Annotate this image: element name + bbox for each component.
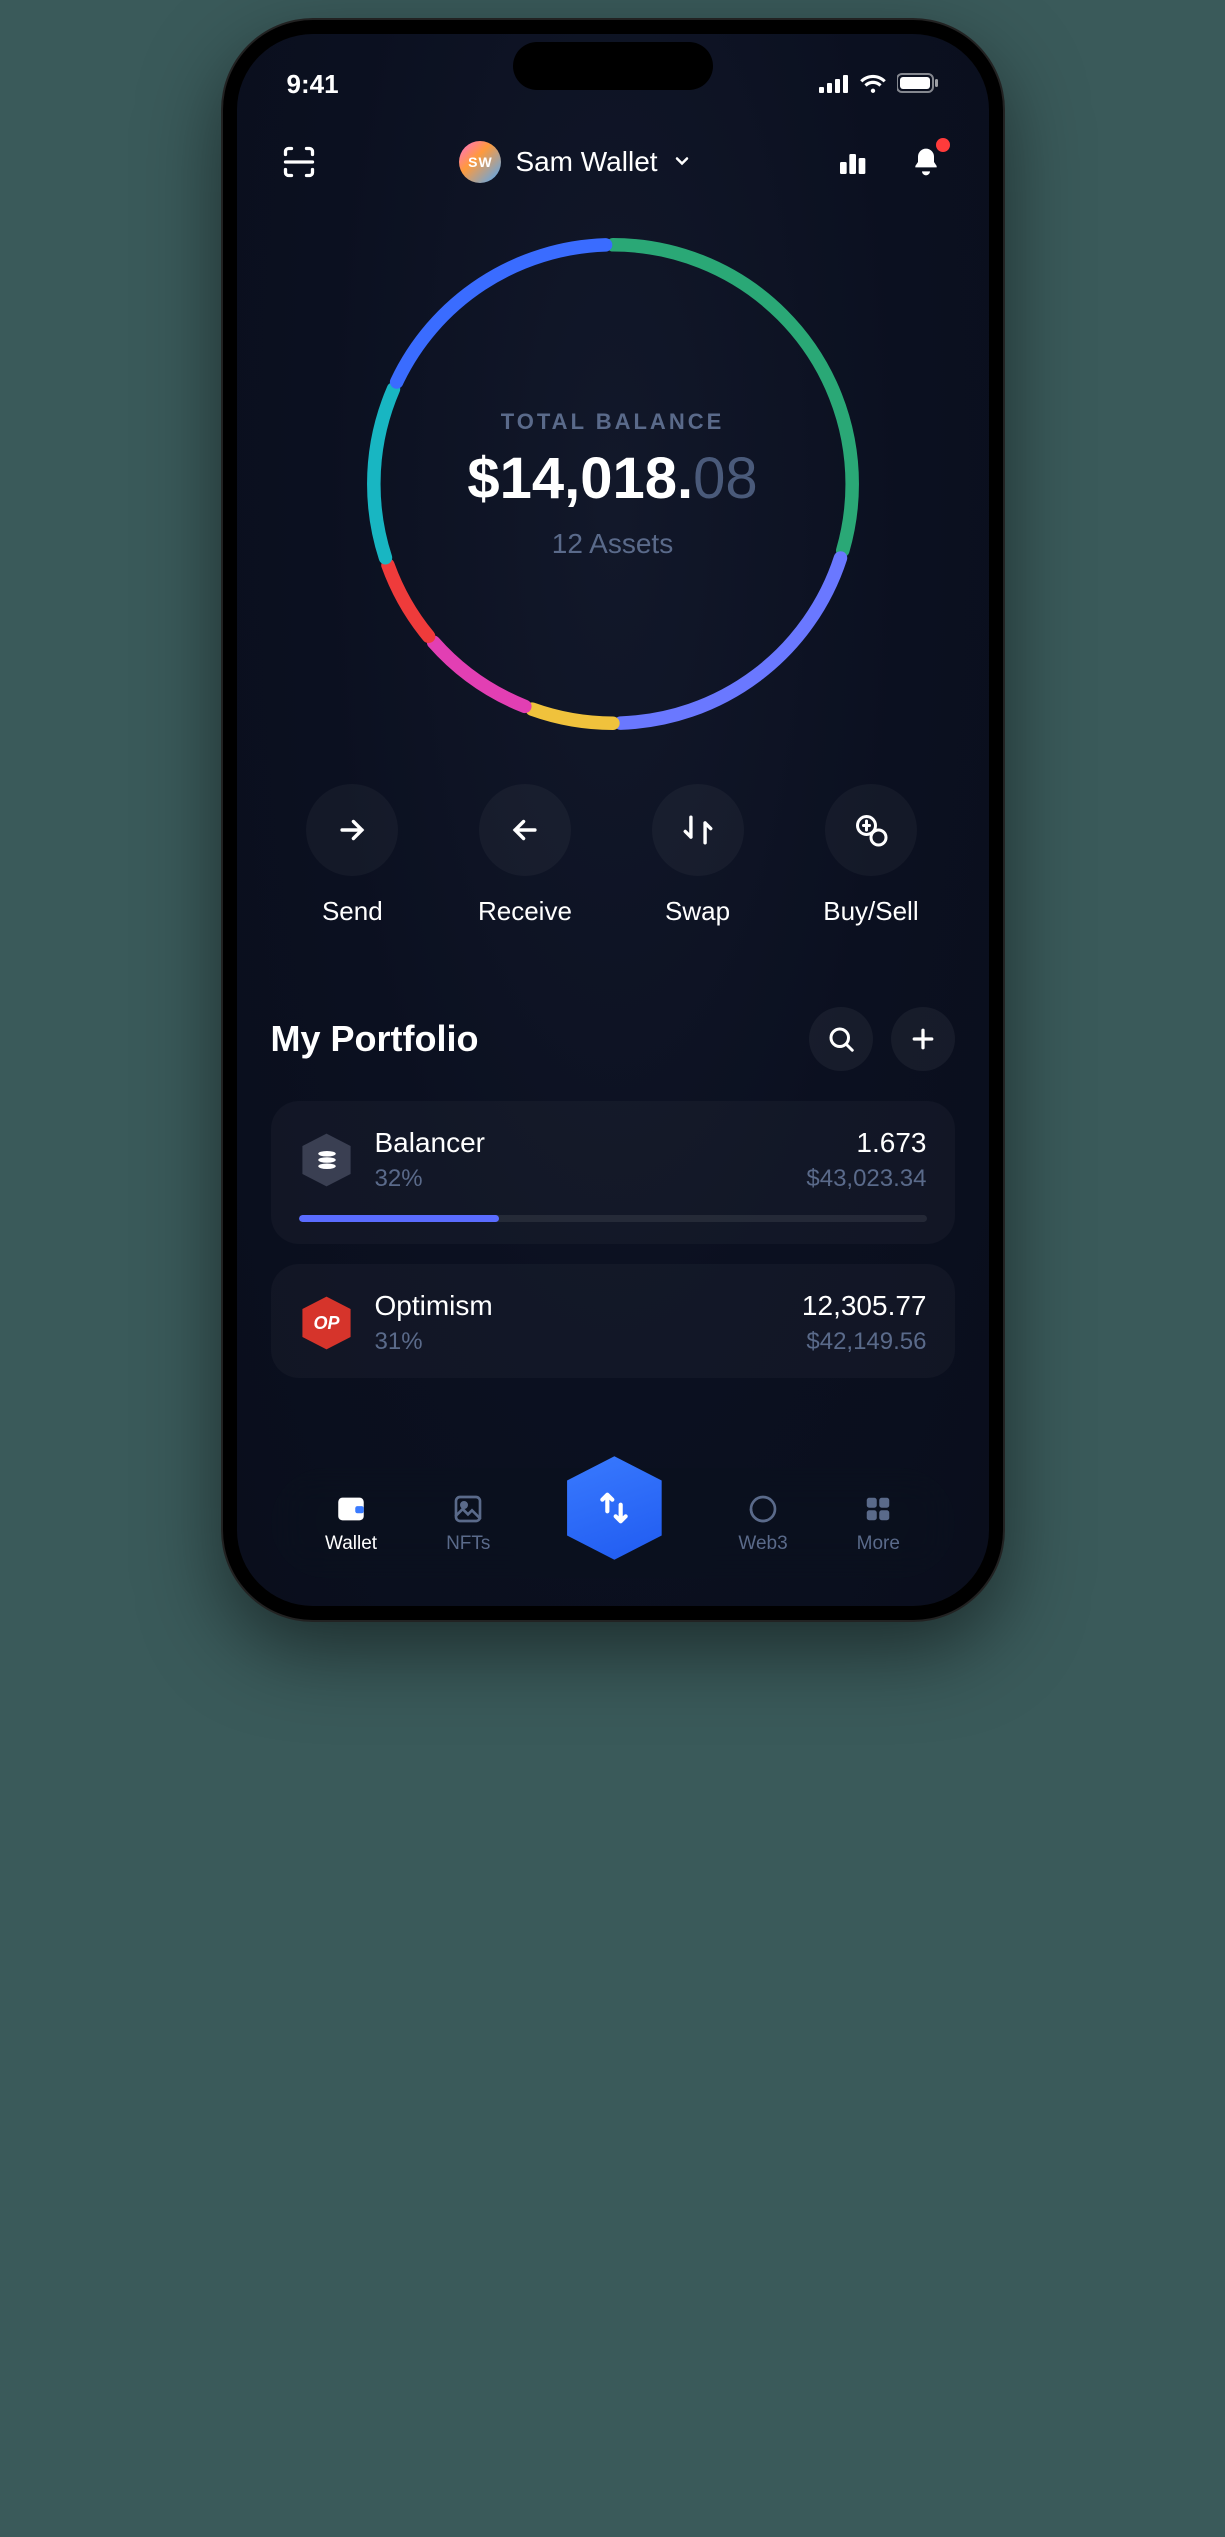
add-button[interactable] <box>891 1007 955 1071</box>
receive-label: Receive <box>478 896 572 927</box>
wifi-icon <box>859 69 887 100</box>
asset-card[interactable]: OP Optimism 31% 12,305.77 $42,149.56 <box>271 1264 955 1378</box>
status-right <box>819 69 939 100</box>
notifications-button[interactable] <box>904 140 948 184</box>
balance-donut-wrap: TOTAL BALANCE $14,018.08 12 Assets <box>237 194 989 744</box>
nav-web3[interactable]: Web3 <box>738 1491 787 1555</box>
screen: 9:41 SW <box>237 34 989 1606</box>
buy-sell-icon <box>825 784 917 876</box>
asset-icon: OP <box>299 1295 355 1351</box>
nav-more[interactable]: More <box>857 1491 900 1555</box>
wallet-icon <box>333 1491 369 1527</box>
asset-pct: 31% <box>375 1328 782 1356</box>
nfts-icon <box>450 1491 486 1527</box>
portfolio-header: My Portfolio <box>271 1007 955 1071</box>
cellular-icon <box>819 69 849 100</box>
wallet-avatar: SW <box>459 141 501 183</box>
nav-center-action[interactable] <box>559 1453 669 1563</box>
asset-name: Optimism <box>375 1290 782 1322</box>
balance-cents: 08 <box>693 446 758 511</box>
app-header: SW Sam Wallet <box>237 104 989 194</box>
send-icon <box>306 784 398 876</box>
buy-sell-label: Buy/Sell <box>823 896 918 927</box>
wallet-name: Sam Wallet <box>515 146 657 178</box>
receive-action[interactable]: Receive <box>478 784 572 927</box>
nav-web3-label: Web3 <box>738 1533 787 1555</box>
balance-label: TOTAL BALANCE <box>501 409 725 435</box>
status-time: 9:41 <box>287 69 339 100</box>
nav-nfts-label: NFTs <box>446 1533 490 1555</box>
swap-action[interactable]: Swap <box>652 784 744 927</box>
nav-wallet[interactable]: Wallet <box>325 1491 377 1555</box>
balance-main: $14,018. <box>467 446 693 511</box>
nav-more-label: More <box>857 1533 900 1555</box>
asset-usd: $42,149.56 <box>802 1328 927 1356</box>
swap-icon <box>652 784 744 876</box>
wallet-selector[interactable]: SW Sam Wallet <box>459 141 691 183</box>
web3-icon <box>745 1491 781 1527</box>
asset-count: 12 Assets <box>552 528 673 560</box>
asset-card[interactable]: Balancer 32% 1.673 $43,023.34 <box>271 1101 955 1244</box>
swap-label: Swap <box>665 896 730 927</box>
balance-amount: $14,018.08 <box>467 445 757 512</box>
chevron-down-icon <box>672 146 692 178</box>
asset-list: Balancer 32% 1.673 $43,023.34 OP Optimism 31% 1… <box>271 1101 955 1378</box>
asset-qty: 12,305.77 <box>802 1290 927 1322</box>
chart-button[interactable] <box>830 140 874 184</box>
phone-frame: 9:41 SW <box>223 20 1003 1620</box>
receive-icon <box>479 784 571 876</box>
battery-icon <box>897 69 939 100</box>
asset-qty: 1.673 <box>806 1127 926 1159</box>
balance-donut[interactable]: TOTAL BALANCE $14,018.08 12 Assets <box>353 224 873 744</box>
buy-sell-action[interactable]: Buy/Sell <box>823 784 918 927</box>
asset-icon <box>299 1132 355 1188</box>
asset-name: Balancer <box>375 1127 787 1159</box>
action-row: Send Receive Swap Buy/Sell <box>237 744 989 927</box>
bottom-nav: Wallet NFTs Web3 More <box>271 1468 955 1578</box>
nav-wallet-label: Wallet <box>325 1533 377 1555</box>
asset-progress <box>299 1215 927 1222</box>
send-action[interactable]: Send <box>306 784 398 927</box>
portfolio-section: My Portfolio Balancer 32% 1.673 $43,023.34 O… <box>237 927 989 1378</box>
asset-pct: 32% <box>375 1165 787 1193</box>
more-icon <box>860 1491 896 1527</box>
search-button[interactable] <box>809 1007 873 1071</box>
portfolio-title: My Portfolio <box>271 1018 479 1060</box>
dynamic-island <box>513 42 713 90</box>
donut-center: TOTAL BALANCE $14,018.08 12 Assets <box>353 224 873 744</box>
send-label: Send <box>322 896 383 927</box>
asset-usd: $43,023.34 <box>806 1165 926 1193</box>
nav-nfts[interactable]: NFTs <box>446 1491 490 1555</box>
wallet-initials: SW <box>468 154 493 170</box>
scan-button[interactable] <box>277 140 321 184</box>
